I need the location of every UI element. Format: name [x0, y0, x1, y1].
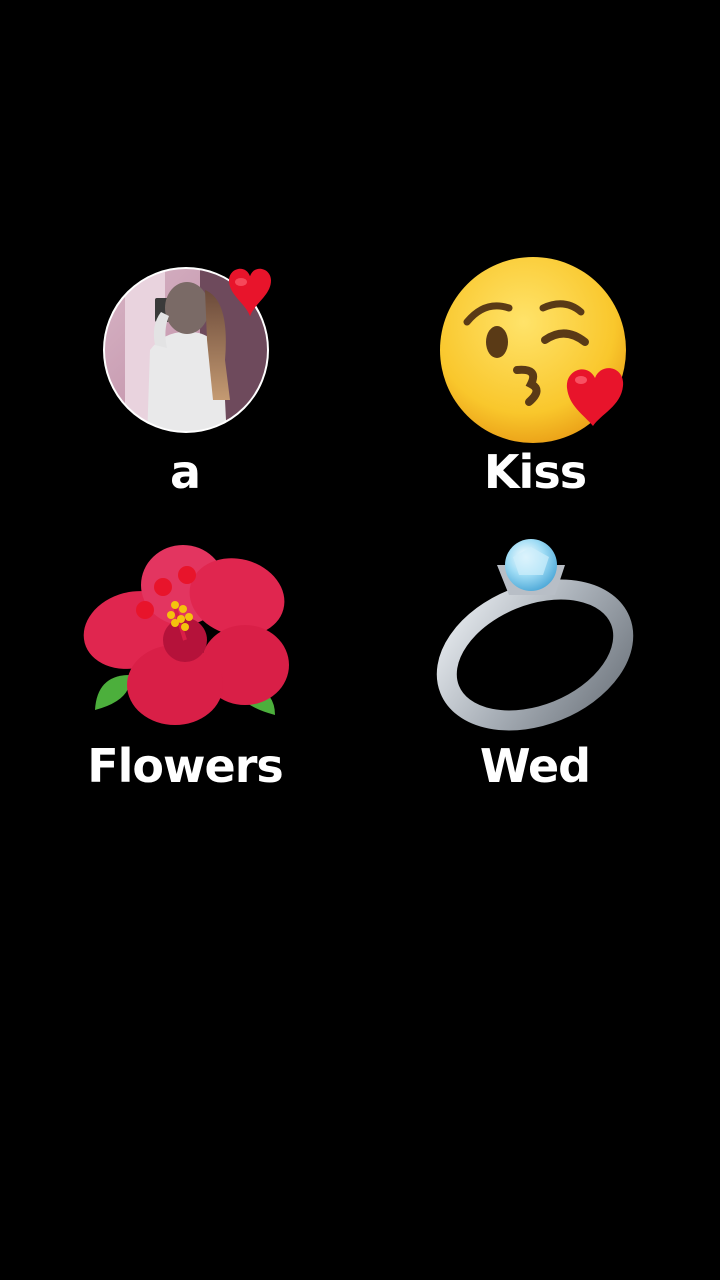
option-label: Flowers	[87, 739, 284, 793]
option-flowers[interactable]: Flowers	[55, 535, 315, 795]
option-a[interactable]: a	[55, 250, 315, 510]
option-wed[interactable]: Wed	[405, 535, 665, 795]
hibiscus-icon	[55, 535, 315, 735]
option-label: Kiss	[483, 445, 587, 499]
ring-icon	[405, 535, 665, 735]
profile-avatar	[55, 250, 315, 450]
option-label: a	[169, 445, 201, 499]
option-kiss[interactable]: Kiss	[405, 250, 665, 510]
face-blowing-kiss-icon	[405, 250, 665, 450]
option-label: Wed	[479, 739, 591, 793]
